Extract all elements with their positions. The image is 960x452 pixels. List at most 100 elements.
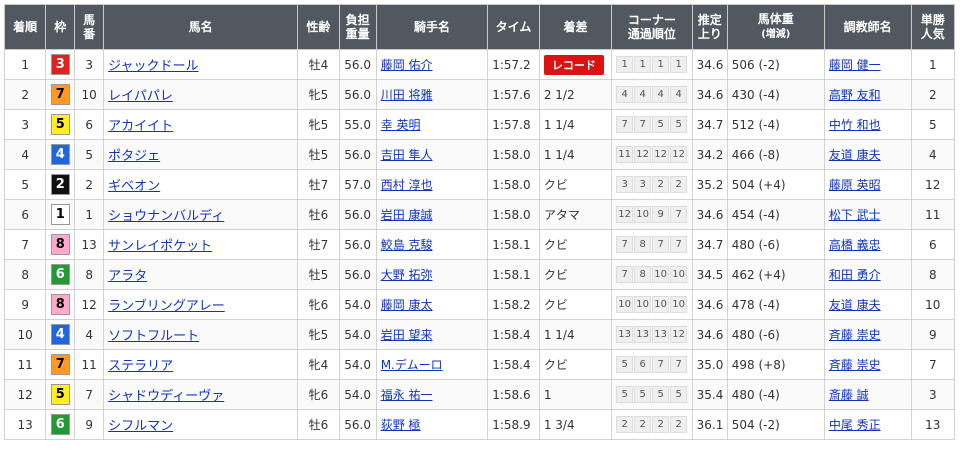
trainer-link[interactable]: 和田 勇介 bbox=[829, 268, 881, 282]
corner-cell: 5555 bbox=[611, 379, 693, 410]
jockey-link[interactable]: 西村 淳也 bbox=[381, 178, 433, 192]
horse-link[interactable]: ギベオン bbox=[108, 179, 160, 194]
trainer-link[interactable]: 藤岡 健一 bbox=[829, 58, 881, 72]
margin-value: アタマ bbox=[543, 208, 580, 222]
last3f-value: 34.5 bbox=[696, 267, 724, 282]
umaban-value: 7 bbox=[85, 387, 93, 402]
popularity-value: 2 bbox=[928, 87, 937, 102]
margin-cell: クビ bbox=[538, 169, 613, 200]
jockey-link[interactable]: 川田 将雅 bbox=[381, 88, 433, 102]
col-margin: 着差 bbox=[538, 4, 613, 50]
col-time: タイム bbox=[487, 4, 540, 50]
trainer-link[interactable]: 斎藤 誠 bbox=[829, 388, 869, 402]
horse-link[interactable]: ランブリングアレー bbox=[108, 299, 225, 314]
jockey-link[interactable]: 幸 英明 bbox=[381, 118, 421, 132]
jockey-link[interactable]: 藤岡 康太 bbox=[381, 298, 433, 312]
body-weight-cell: 466 (-8) bbox=[726, 139, 825, 170]
horse-link[interactable]: アカイイト bbox=[108, 119, 173, 134]
table-row: 11 7 11 ステラリア 牝4 54.0 M.デムーロ 1:58.4 クビ 5 6 7 7 35.0 49… bbox=[3, 349, 956, 380]
popularity-value: 5 bbox=[928, 117, 937, 132]
weight-value: 57.0 bbox=[344, 177, 371, 192]
horse-link[interactable]: レイパパレ bbox=[108, 89, 173, 104]
margin-value: 1 3/4 bbox=[543, 417, 575, 432]
horse-link[interactable]: ショウナンバルディ bbox=[108, 209, 224, 224]
corner-position: 1 bbox=[652, 56, 670, 73]
jockey-link[interactable]: M.デムーロ bbox=[381, 358, 443, 372]
trainer-link[interactable]: 中竹 和也 bbox=[829, 118, 881, 132]
sex-age-cell: 牡6 bbox=[297, 409, 340, 440]
trainer-cell: 友道 康夫 bbox=[823, 289, 912, 320]
sex-age-value: 牝5 bbox=[308, 328, 329, 342]
trainer-link[interactable]: 中尾 秀正 bbox=[829, 418, 881, 432]
horse-link[interactable]: ポタジェ bbox=[108, 149, 160, 164]
trainer-link[interactable]: 友道 康夫 bbox=[829, 298, 881, 312]
jockey-link[interactable]: 藤岡 佑介 bbox=[381, 58, 433, 72]
col-body-weight-label-1: 馬体重 bbox=[757, 12, 794, 26]
time-value: 1:58.0 bbox=[492, 177, 531, 192]
rank-cell: 6 bbox=[3, 199, 47, 230]
last3f-cell: 34.6 bbox=[691, 199, 728, 230]
corner-position: 10 bbox=[670, 296, 688, 313]
jockey-link[interactable]: 福永 祐一 bbox=[381, 388, 433, 402]
margin-cell: クビ bbox=[538, 349, 613, 380]
body-weight-cell: 430 (-4) bbox=[726, 79, 825, 110]
horse-cell: ステラリア bbox=[103, 349, 299, 380]
trainer-link[interactable]: 藤原 英昭 bbox=[829, 178, 881, 192]
table-row: 9 8 12 ランブリングアレー 牝6 54.0 藤岡 康太 1:58.2 クビ 10 10 10 10… bbox=[3, 289, 956, 320]
corner-position: 6 bbox=[634, 356, 652, 373]
header-row: 着順 枠 馬番 馬名 性齢 負担 重量 騎手名 タイム 着差 コーナー 通過順位 推… bbox=[3, 4, 956, 50]
sex-age-cell: 牝6 bbox=[297, 379, 340, 410]
jockey-link[interactable]: 吉田 隼人 bbox=[381, 148, 433, 162]
waku-badge: 6 bbox=[50, 264, 70, 285]
waku-cell: 5 bbox=[45, 379, 76, 410]
corner-position: 4 bbox=[670, 86, 688, 103]
body-weight-value: 506 (-2) bbox=[731, 57, 780, 72]
horse-link[interactable]: ソフトフルート bbox=[108, 329, 199, 344]
corner-position: 2 bbox=[616, 416, 634, 433]
umaban-cell: 8 bbox=[74, 259, 105, 290]
horse-link[interactable]: ジャックドール bbox=[108, 59, 198, 74]
umaban-cell: 6 bbox=[74, 109, 105, 140]
jockey-link[interactable]: 岩田 康誠 bbox=[381, 208, 433, 222]
horse-cell: ポタジェ bbox=[103, 139, 299, 170]
col-time-label: タイム bbox=[495, 20, 532, 34]
sex-age-cell: 牝5 bbox=[297, 319, 340, 350]
last3f-value: 34.6 bbox=[696, 327, 724, 342]
jockey-link[interactable]: 荻野 極 bbox=[381, 418, 421, 432]
sex-age-cell: 牝6 bbox=[297, 289, 340, 320]
trainer-link[interactable]: 斉藤 崇史 bbox=[829, 358, 881, 372]
jockey-link[interactable]: 鮫島 克駿 bbox=[381, 238, 433, 252]
horse-link[interactable]: アラタ bbox=[108, 269, 147, 284]
corner-position: 2 bbox=[652, 176, 670, 193]
rank-cell: 5 bbox=[3, 169, 47, 200]
weight-value: 56.0 bbox=[344, 207, 371, 222]
trainer-link[interactable]: 高野 友和 bbox=[829, 88, 881, 102]
horse-link[interactable]: シフルマン bbox=[108, 419, 173, 434]
horse-link[interactable]: サンレイポケット bbox=[108, 239, 212, 254]
umaban-cell: 2 bbox=[74, 169, 105, 200]
horse-cell: シャドウディーヴァ bbox=[103, 379, 299, 410]
corner-position: 10 bbox=[634, 296, 652, 313]
jockey-link[interactable]: 岩田 望来 bbox=[381, 328, 433, 342]
popularity-value: 8 bbox=[928, 267, 937, 282]
trainer-link[interactable]: 斉藤 崇史 bbox=[829, 328, 881, 342]
trainer-link[interactable]: 友道 康夫 bbox=[829, 148, 881, 162]
sex-age-value: 牡7 bbox=[308, 178, 329, 192]
horse-cell: ショウナンバルディ bbox=[103, 199, 299, 230]
horse-link[interactable]: シャドウディーヴァ bbox=[108, 389, 224, 404]
col-weight-label-2: 重量 bbox=[345, 27, 370, 41]
umaban-value: 5 bbox=[85, 147, 93, 162]
corner-position: 2 bbox=[652, 416, 670, 433]
margin-value: クビ bbox=[543, 298, 568, 312]
corner-cell: 7755 bbox=[611, 109, 693, 140]
trainer-link[interactable]: 高橋 義忠 bbox=[829, 238, 881, 252]
trainer-link[interactable]: 松下 武士 bbox=[829, 208, 881, 222]
record-badge: レコード bbox=[543, 54, 604, 75]
jockey-link[interactable]: 大野 拓弥 bbox=[381, 268, 433, 282]
weight-cell: 56.0 bbox=[338, 49, 377, 80]
horse-link[interactable]: ステラリア bbox=[108, 359, 173, 374]
margin-cell: 1 1/4 bbox=[538, 319, 613, 350]
last3f-cell: 34.6 bbox=[691, 289, 728, 320]
time-value: 1:58.9 bbox=[492, 417, 531, 432]
corner-position: 7 bbox=[670, 236, 688, 253]
